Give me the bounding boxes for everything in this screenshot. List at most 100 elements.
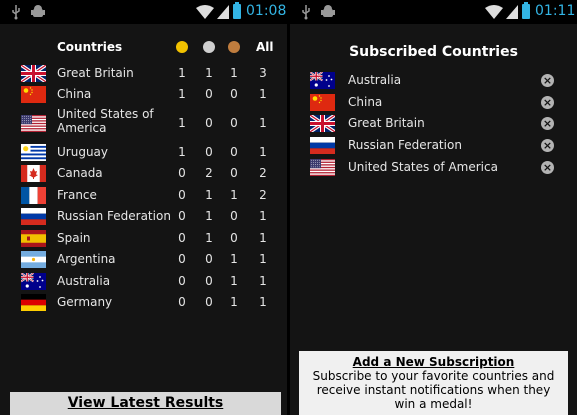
table-row[interactable]: Spain 0 1 0 1 <box>0 228 287 249</box>
remove-subscription-icon[interactable]: × <box>541 117 554 130</box>
silver-count: 0 <box>205 295 213 309</box>
remove-subscription-icon[interactable]: × <box>541 74 554 87</box>
table-row[interactable]: Russian Federation 0 1 0 1 <box>0 206 287 227</box>
table-row[interactable]: United States of America 1 0 0 1 <box>0 107 287 135</box>
status-bar: 01:11 <box>290 0 577 24</box>
flag-au-icon <box>310 72 335 89</box>
add-subscription-description: Subscribe to your favorite countries and… <box>312 369 555 411</box>
country-name: Spain <box>57 231 91 245</box>
subscription-row[interactable]: Great Britain × <box>290 113 577 134</box>
gold-count: 0 <box>178 252 186 266</box>
bronze-count: 1 <box>230 188 238 202</box>
bronze-count: 1 <box>230 274 238 288</box>
all-count: 1 <box>259 295 267 309</box>
gold-count: 0 <box>178 274 186 288</box>
flag-uy-icon <box>21 144 46 161</box>
silver-count: 1 <box>205 231 213 245</box>
silver-count: 2 <box>205 166 213 180</box>
bronze-count: 0 <box>230 209 238 223</box>
flag-fr-icon <box>21 187 46 204</box>
subscription-row[interactable]: Russian Federation × <box>290 135 577 156</box>
add-subscription-panel[interactable]: Add a New Subscription Subscribe to your… <box>299 351 568 415</box>
flag-ca-icon <box>21 165 46 182</box>
table-row[interactable]: Germany 0 0 1 1 <box>0 292 287 313</box>
flag-ar-icon <box>21 251 46 268</box>
bronze-medal-icon <box>228 41 240 53</box>
add-subscription-link[interactable]: Add a New Subscription <box>299 355 568 369</box>
gold-count: 1 <box>178 145 186 159</box>
flag-us-icon <box>21 115 46 132</box>
country-name: Argentina <box>57 252 116 266</box>
bronze-count: 0 <box>230 87 238 101</box>
usb-icon <box>302 5 310 20</box>
countries-header: Countries <box>57 40 123 54</box>
subscription-row[interactable]: Australia × <box>290 70 577 91</box>
silver-count: 0 <box>205 145 213 159</box>
flag-gb-icon <box>310 115 335 132</box>
android-debug-icon <box>321 5 335 17</box>
all-count: 1 <box>259 231 267 245</box>
all-count: 1 <box>259 116 267 130</box>
subscription-row[interactable]: United States of America × <box>290 157 577 178</box>
flag-au-icon <box>21 273 46 290</box>
silver-count: 0 <box>205 116 213 130</box>
bronze-count: 0 <box>230 231 238 245</box>
country-name: Australia <box>348 73 402 87</box>
country-name: Russian Federation <box>57 209 171 223</box>
table-row[interactable]: China 1 0 0 1 <box>0 84 287 105</box>
table-row[interactable]: Great Britain 1 1 1 3 <box>0 63 287 84</box>
flag-ru-icon <box>310 137 335 154</box>
medal-table-screen: 01:08 Countries All Great Britain 1 1 1 3 Chi… <box>0 0 287 415</box>
all-count: 2 <box>259 166 267 180</box>
silver-count: 1 <box>205 209 213 223</box>
all-count: 3 <box>259 66 267 80</box>
silver-count: 0 <box>205 274 213 288</box>
all-count: 1 <box>259 145 267 159</box>
gold-count: 1 <box>178 116 186 130</box>
all-count: 1 <box>259 252 267 266</box>
subscription-row[interactable]: China × <box>290 92 577 113</box>
remove-subscription-icon[interactable]: × <box>541 96 554 109</box>
table-row[interactable]: Australia 0 0 1 1 <box>0 271 287 292</box>
signal-icon <box>217 5 229 19</box>
table-row[interactable]: Argentina 0 0 1 1 <box>0 249 287 270</box>
view-latest-results-button[interactable]: View Latest Results <box>10 392 281 415</box>
flag-us-icon <box>310 159 335 176</box>
all-count: 1 <box>259 87 267 101</box>
table-row[interactable]: Canada 0 2 0 2 <box>0 163 287 184</box>
battery-icon <box>233 2 241 19</box>
gold-count: 1 <box>178 87 186 101</box>
usb-icon <box>12 5 20 20</box>
gold-count: 0 <box>178 209 186 223</box>
gold-count: 0 <box>178 166 186 180</box>
status-time: 01:11 <box>535 3 576 19</box>
all-count: 2 <box>259 188 267 202</box>
table-row[interactable]: France 0 1 1 2 <box>0 185 287 206</box>
wifi-icon <box>485 5 503 19</box>
country-name: Germany <box>57 295 113 309</box>
country-name: China <box>348 95 383 109</box>
bronze-count: 1 <box>230 252 238 266</box>
battery-icon <box>522 2 530 19</box>
bronze-count: 0 <box>230 116 238 130</box>
remove-subscription-icon[interactable]: × <box>541 161 554 174</box>
remove-subscription-icon[interactable]: × <box>541 139 554 152</box>
signal-icon <box>506 5 518 19</box>
gold-count: 0 <box>178 295 186 309</box>
country-name: Russian Federation <box>348 138 462 152</box>
country-name: Australia <box>57 274 111 288</box>
all-count: 1 <box>259 274 267 288</box>
country-name: China <box>57 87 92 101</box>
view-latest-results-label: View Latest Results <box>67 395 224 411</box>
status-time: 01:08 <box>246 3 287 19</box>
silver-medal-icon <box>203 41 215 53</box>
wifi-icon <box>196 5 214 19</box>
all-header: All <box>256 40 274 54</box>
all-count: 1 <box>259 209 267 223</box>
table-row[interactable]: Uruguay 1 0 0 1 <box>0 142 287 163</box>
flag-es-icon <box>21 230 46 247</box>
gold-medal-icon <box>176 41 188 53</box>
country-name: Great Britain <box>348 116 425 130</box>
flag-cn-icon <box>310 94 335 111</box>
country-name: United States of America <box>57 107 154 135</box>
